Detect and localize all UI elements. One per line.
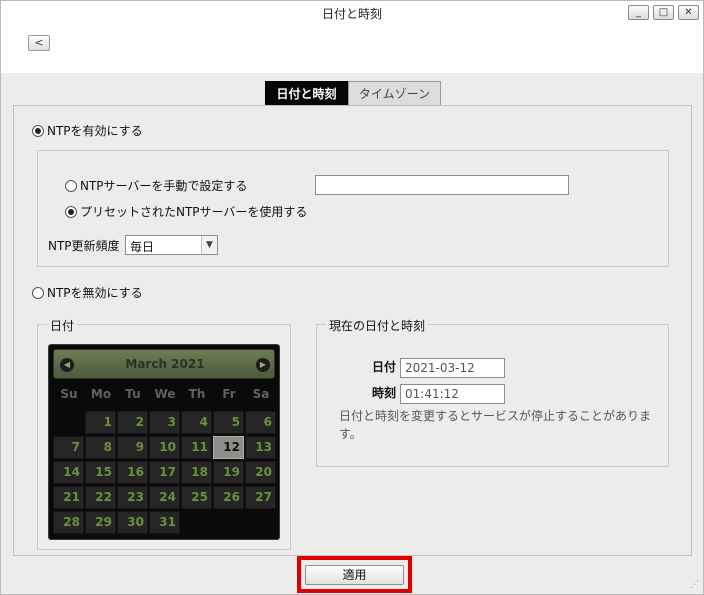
resize-grip-icon[interactable]: ⋰ <box>690 581 700 591</box>
frequency-label: NTP更新頻度 <box>48 239 120 253</box>
calendar-weekday-header: Th <box>188 387 206 401</box>
date-time-window: 日付と時刻 _ □ ✕ < 日付と時刻 タイムゾーン NTPを有効にする NTP… <box>0 0 704 595</box>
ntp-enable-radio[interactable] <box>32 124 44 137</box>
calendar-day[interactable]: 30 <box>117 511 148 534</box>
calendar-day[interactable]: 25 <box>181 486 212 509</box>
calendar-weekday-header: Sa <box>252 387 270 401</box>
current-date-field[interactable]: 2021-03-12 <box>400 358 505 378</box>
ntp-server-input[interactable] <box>315 175 569 195</box>
ntp-disable-label: NTPを無効にする <box>47 286 143 300</box>
calendar-day[interactable]: 7 <box>53 436 84 459</box>
ntp-disable-option[interactable]: NTPを無効にする <box>32 284 143 301</box>
current-time-field[interactable]: 01:41:12 <box>400 384 505 404</box>
ntp-enable-label: NTPを有効にする <box>47 124 143 138</box>
calendar-header: ◀ March 2021 ▶ <box>53 349 275 379</box>
calendar-weekday-header: Fr <box>222 387 236 401</box>
frequency-select[interactable]: 毎日 ▼ <box>125 235 218 255</box>
calendar-day[interactable]: 2 <box>117 411 148 434</box>
manual-server-label: NTPサーバーを手動で設定する <box>80 179 248 193</box>
calendar-day[interactable]: 23 <box>117 486 148 509</box>
calendar-day[interactable]: 16 <box>117 461 148 484</box>
current-date-time-legend: 現在の日付と時刻 <box>326 317 429 334</box>
calendar-day[interactable]: 21 <box>53 486 84 509</box>
calendar-day[interactable]: 26 <box>213 486 244 509</box>
ntp-enable-option[interactable]: NTPを有効にする <box>32 122 143 139</box>
calendar-day[interactable]: 13 <box>245 436 276 459</box>
frequency-value: 毎日 <box>130 240 155 254</box>
apply-button[interactable]: 適用 <box>305 565 404 585</box>
calendar-day[interactable]: 19 <box>213 461 244 484</box>
calendar-weekday-header: Mo <box>90 387 112 401</box>
calendar-day[interactable]: 24 <box>149 486 180 509</box>
calendar-weekday-header: We <box>154 387 176 401</box>
maximize-button[interactable]: □ <box>653 5 674 20</box>
current-date-label: 日付 <box>372 360 397 374</box>
calendar-day[interactable]: 17 <box>149 461 180 484</box>
calendar-day[interactable]: 3 <box>149 411 180 434</box>
calendar-day[interactable]: 9 <box>117 436 148 459</box>
back-button[interactable]: < <box>28 35 50 51</box>
apply-highlight: 適用 <box>297 556 412 593</box>
calendar-month-label: March 2021 <box>125 357 205 371</box>
toolbar: < <box>1 23 703 73</box>
calendar-day[interactable]: 5 <box>213 411 244 434</box>
calendar-day[interactable]: 11 <box>181 436 212 459</box>
preset-server-option[interactable]: プリセットされたNTPサーバーを使用する <box>65 203 307 220</box>
chevron-down-icon[interactable]: ▼ <box>201 236 217 254</box>
preset-server-label: プリセットされたNTPサーバーを使用する <box>80 205 308 219</box>
calendar: ◀ March 2021 ▶ Su Mo Tu We Th Fr Sa 1 2 3 4 5 6 7 8 9 10… <box>48 344 280 540</box>
next-month-icon[interactable]: ▶ <box>256 358 270 372</box>
calendar-day[interactable]: 4 <box>181 411 212 434</box>
calendar-day[interactable]: 31 <box>149 511 180 534</box>
service-warning-text: 日付と時刻を変更するとサービスが停止することがあります。 <box>339 409 652 441</box>
calendar-day[interactable]: 29 <box>85 511 116 534</box>
ntp-disable-radio[interactable] <box>32 286 44 299</box>
current-time-label: 時刻 <box>372 386 397 400</box>
date-group-legend: 日付 <box>47 317 78 334</box>
calendar-weekday-header: Su <box>60 387 78 401</box>
calendar-day[interactable]: 1 <box>85 411 116 434</box>
manual-server-radio[interactable] <box>65 179 77 192</box>
calendar-day[interactable]: 27 <box>245 486 276 509</box>
minimize-button[interactable]: _ <box>628 5 649 20</box>
calendar-day[interactable]: 6 <box>245 411 276 434</box>
preset-server-radio[interactable] <box>65 205 77 218</box>
calendar-weekday-header: Tu <box>125 387 141 401</box>
tab-date-time[interactable]: 日付と時刻 <box>265 81 348 107</box>
manual-server-option[interactable]: NTPサーバーを手動で設定する <box>65 177 247 194</box>
calendar-day[interactable]: 14 <box>53 461 84 484</box>
calendar-day[interactable]: 15 <box>85 461 116 484</box>
tab-timezone[interactable]: タイムゾーン <box>348 81 441 107</box>
calendar-day[interactable]: 12 <box>213 436 244 459</box>
title-bar: 日付と時刻 _ □ ✕ <box>1 1 703 23</box>
calendar-day[interactable]: 8 <box>85 436 116 459</box>
calendar-day[interactable]: 18 <box>181 461 212 484</box>
calendar-day[interactable]: 28 <box>53 511 84 534</box>
close-button[interactable]: ✕ <box>678 5 699 20</box>
calendar-day[interactable]: 20 <box>245 461 276 484</box>
window-title: 日付と時刻 <box>321 7 382 21</box>
calendar-day[interactable]: 10 <box>149 436 180 459</box>
calendar-day[interactable]: 22 <box>85 486 116 509</box>
